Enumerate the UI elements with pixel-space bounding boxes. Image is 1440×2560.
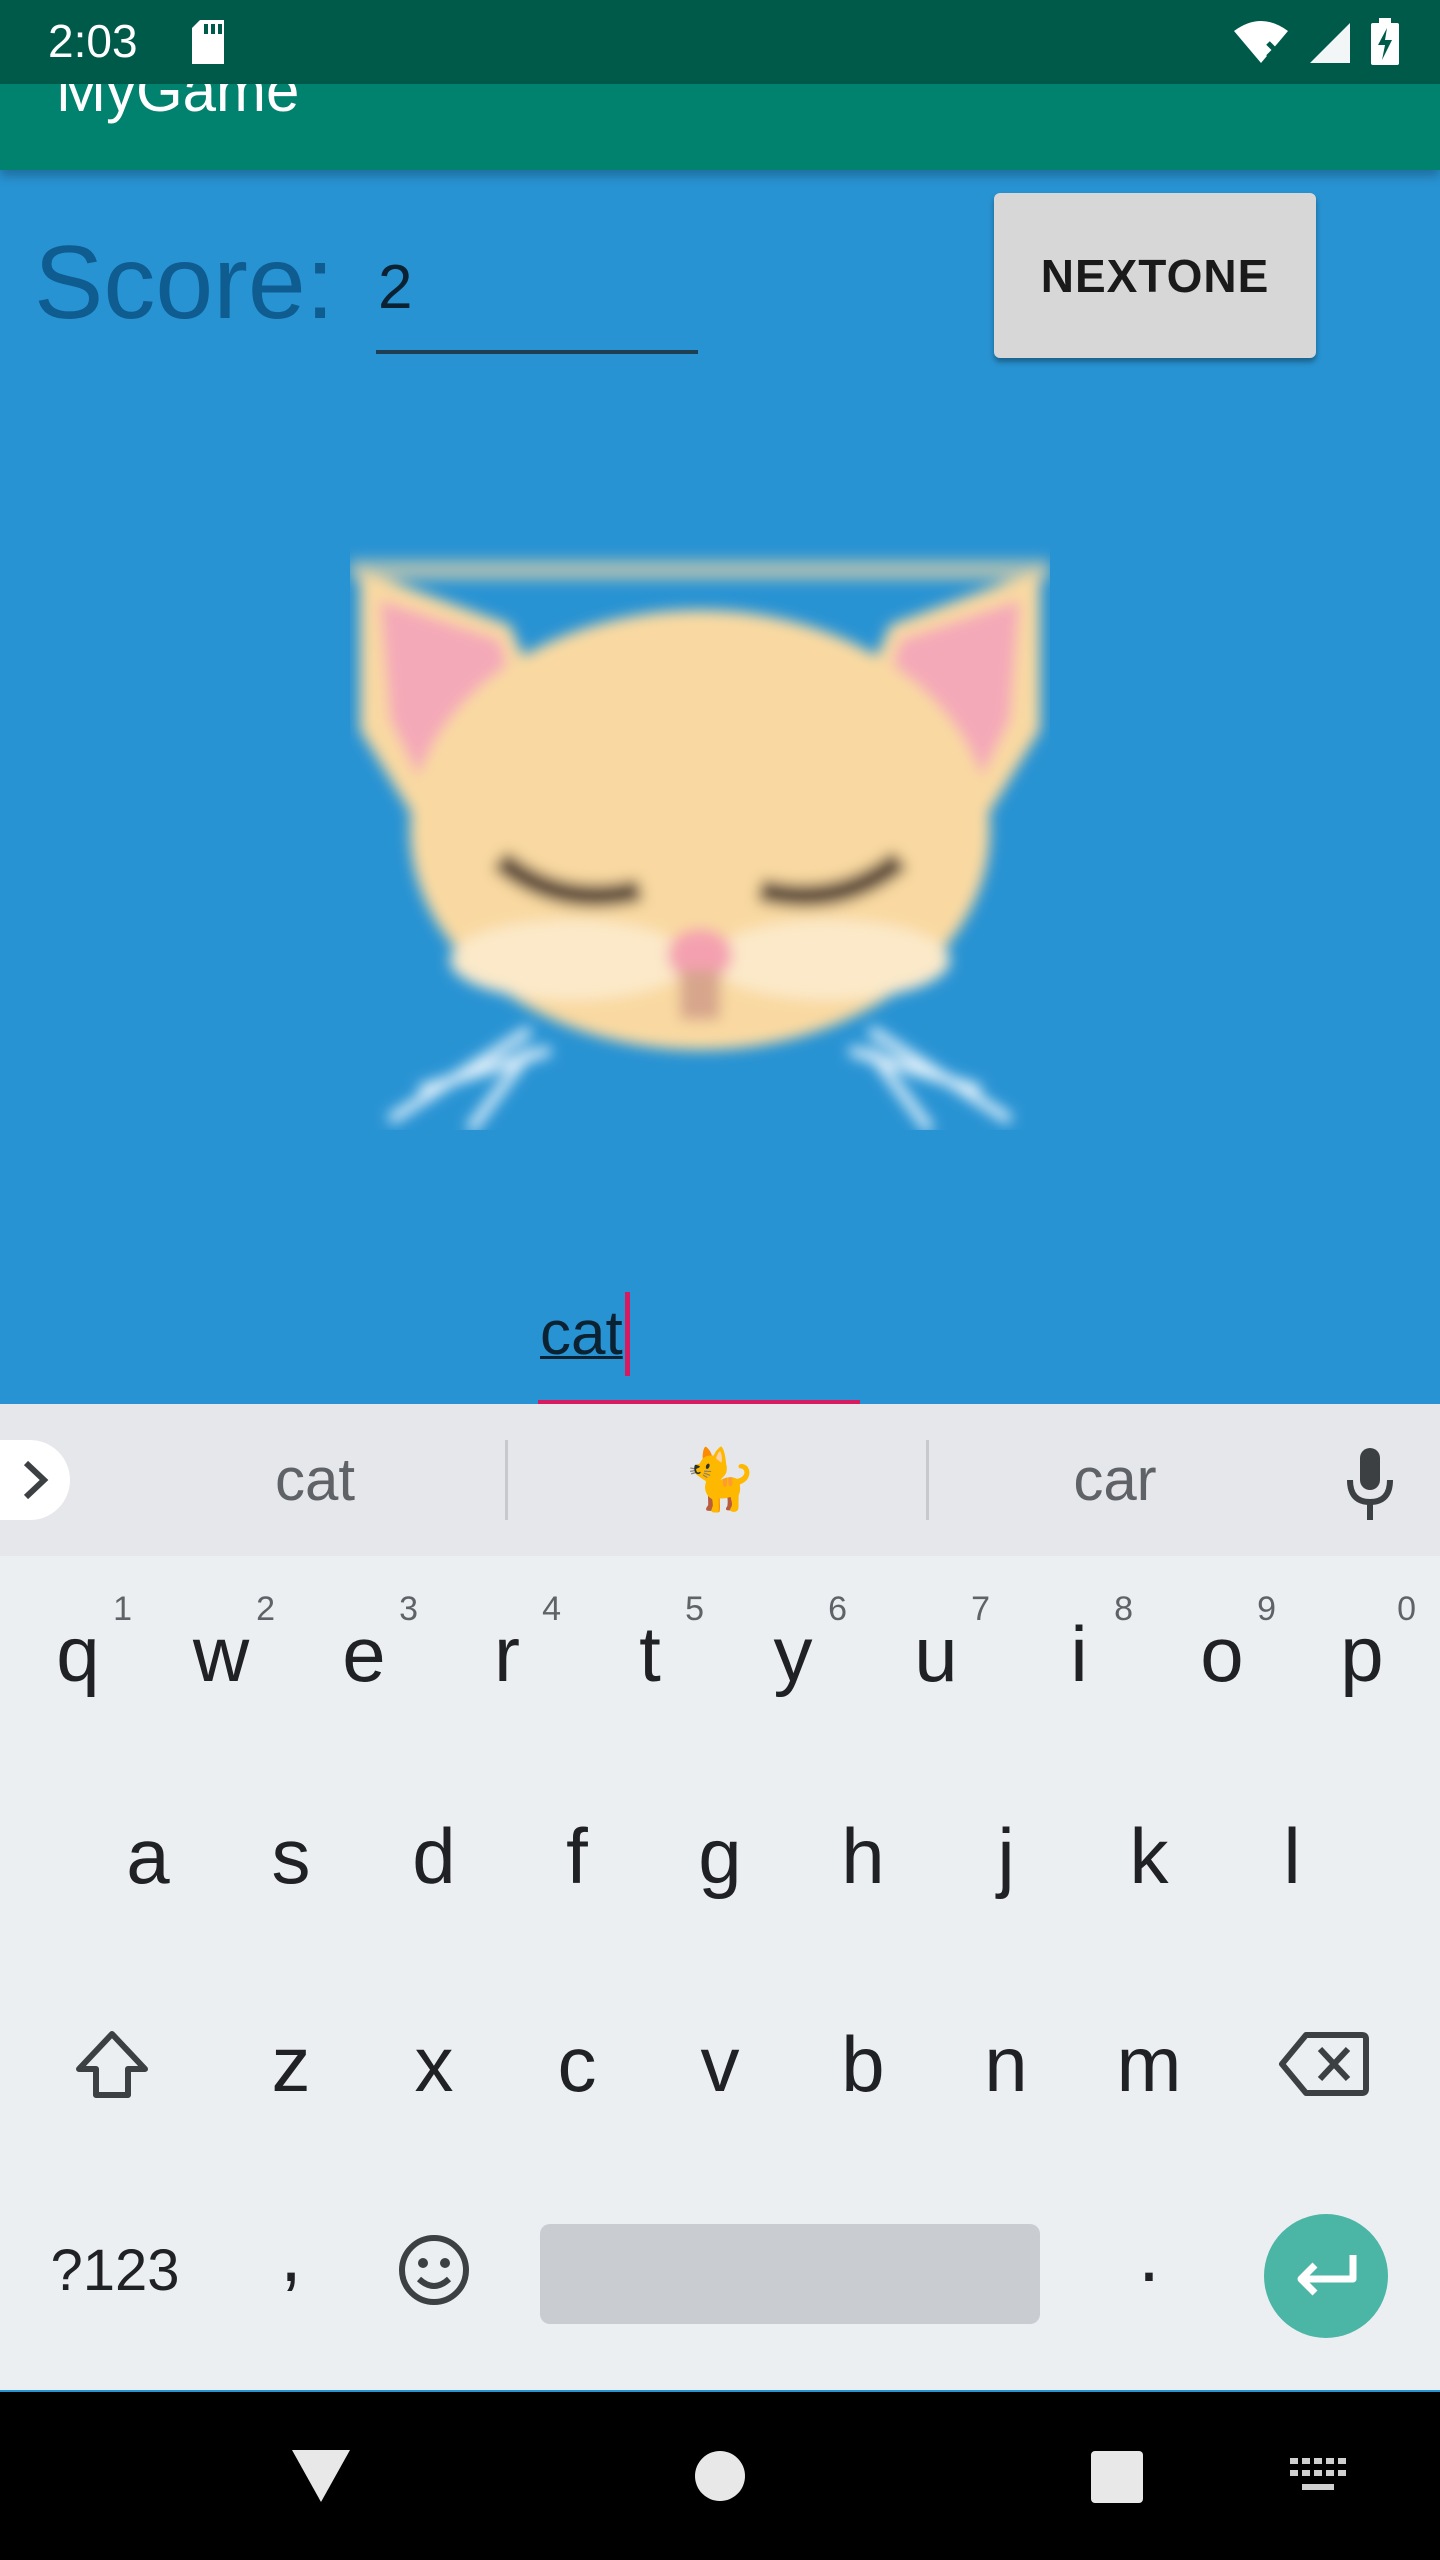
key-label: i	[1070, 1609, 1088, 1698]
suggestion-1[interactable]: cat	[90, 1434, 540, 1524]
key-j[interactable]: j	[934, 1766, 1078, 1946]
key-e[interactable]: e3	[292, 1564, 436, 1744]
key-p[interactable]: p0	[1290, 1564, 1434, 1744]
answer-input[interactable]: cat	[538, 1270, 860, 1405]
key-label: r	[494, 1609, 520, 1698]
home-icon[interactable]	[694, 2450, 746, 2502]
suggestion-3[interactable]: car	[940, 1434, 1290, 1524]
key-u[interactable]: u7	[864, 1564, 1008, 1744]
key-o[interactable]: o9	[1150, 1564, 1294, 1744]
suggestion-divider	[926, 1440, 929, 1520]
symbols-key[interactable]: ?123	[40, 2180, 190, 2360]
key-i[interactable]: i8	[1007, 1564, 1151, 1744]
enter-icon	[1297, 2255, 1357, 2296]
shift-icon	[76, 2031, 148, 2098]
app-title: MyGame	[56, 84, 300, 124]
key-label: q	[56, 1609, 100, 1698]
signal-icon	[1310, 23, 1350, 63]
key-hint: 3	[399, 1590, 418, 1628]
emoji-icon	[399, 2235, 469, 2305]
key-hint: 2	[256, 1590, 275, 1628]
key-g[interactable]: g	[648, 1766, 792, 1946]
text-cursor	[625, 1292, 630, 1376]
key-label: u	[914, 1609, 958, 1698]
status-icons	[1232, 18, 1400, 66]
key-z[interactable]: z	[219, 1974, 363, 2154]
key-b[interactable]: b	[791, 1974, 935, 2154]
key-v[interactable]: v	[648, 1974, 792, 2154]
navigation-bar	[0, 2392, 1440, 2560]
soft-keyboard: cat 🐈 car q1 w2 e3 r4 t5 y6 u7 i8 o9 p0 …	[0, 1404, 1440, 2390]
key-hint: 8	[1114, 1590, 1133, 1628]
back-icon[interactable]	[290, 2448, 352, 2504]
suggestion-divider	[505, 1440, 508, 1520]
emoji-key[interactable]	[362, 2180, 506, 2360]
key-k[interactable]: k	[1077, 1766, 1221, 1946]
backspace-icon	[1279, 2032, 1369, 2096]
key-label: o	[1200, 1609, 1244, 1698]
key-f[interactable]: f	[505, 1766, 649, 1946]
key-l[interactable]: l	[1220, 1766, 1364, 1946]
key-r[interactable]: r4	[435, 1564, 579, 1744]
key-label: t	[639, 1609, 661, 1698]
key-x[interactable]: x	[362, 1974, 506, 2154]
chevron-right-icon	[23, 1460, 49, 1500]
key-y[interactable]: y6	[721, 1564, 865, 1744]
key-t[interactable]: t5	[578, 1564, 722, 1744]
suggestion-2[interactable]: 🐈	[510, 1434, 930, 1524]
key-h[interactable]: h	[791, 1766, 935, 1946]
next-button[interactable]: NEXTONE	[994, 193, 1316, 358]
key-m[interactable]: m	[1077, 1974, 1221, 2154]
status-bar: 2:03	[0, 0, 1440, 84]
backspace-key[interactable]	[1252, 1974, 1396, 2154]
score-value: 2	[378, 253, 413, 322]
keyboard-icon[interactable]	[1290, 2458, 1346, 2494]
wifi-icon	[1234, 21, 1288, 63]
key-c[interactable]: c	[505, 1974, 649, 2154]
key-hint: 1	[113, 1590, 132, 1628]
battery-icon	[1371, 18, 1399, 65]
suggestions-expand-button[interactable]	[0, 1440, 70, 1520]
cat-face-image	[350, 560, 1050, 1130]
key-w[interactable]: w2	[149, 1564, 293, 1744]
key-label: e	[342, 1609, 386, 1698]
comma-key[interactable]: ,	[219, 2164, 363, 2344]
key-hint: 0	[1397, 1590, 1416, 1628]
key-q[interactable]: q1	[6, 1564, 150, 1744]
shift-key[interactable]	[40, 1974, 184, 2154]
answer-text: cat	[540, 1299, 623, 1368]
enter-key[interactable]	[1264, 2214, 1388, 2338]
space-key[interactable]	[540, 2224, 1040, 2324]
status-time: 2:03	[48, 15, 138, 67]
score-label: Score:	[34, 225, 335, 341]
key-label: y	[773, 1609, 813, 1698]
key-a[interactable]: a	[76, 1766, 220, 1946]
key-hint: 4	[542, 1590, 561, 1628]
suggestion-strip: cat 🐈 car	[0, 1404, 1440, 1556]
key-hint: 9	[1257, 1590, 1276, 1628]
key-label: w	[192, 1609, 250, 1698]
key-s[interactable]: s	[219, 1766, 363, 1946]
key-hint: 5	[685, 1590, 704, 1628]
app-bar: MyGame	[0, 84, 1440, 170]
microphone-icon[interactable]	[1340, 1444, 1400, 1524]
sd-card-icon	[192, 20, 224, 64]
key-d[interactable]: d	[362, 1766, 506, 1946]
recents-icon[interactable]	[1090, 2450, 1144, 2504]
key-hint: 7	[971, 1590, 990, 1628]
key-n[interactable]: n	[934, 1974, 1078, 2154]
score-field[interactable]: 2	[376, 238, 698, 354]
key-label: p	[1340, 1609, 1384, 1698]
period-key[interactable]: .	[1077, 2164, 1221, 2344]
key-hint: 6	[828, 1590, 847, 1628]
